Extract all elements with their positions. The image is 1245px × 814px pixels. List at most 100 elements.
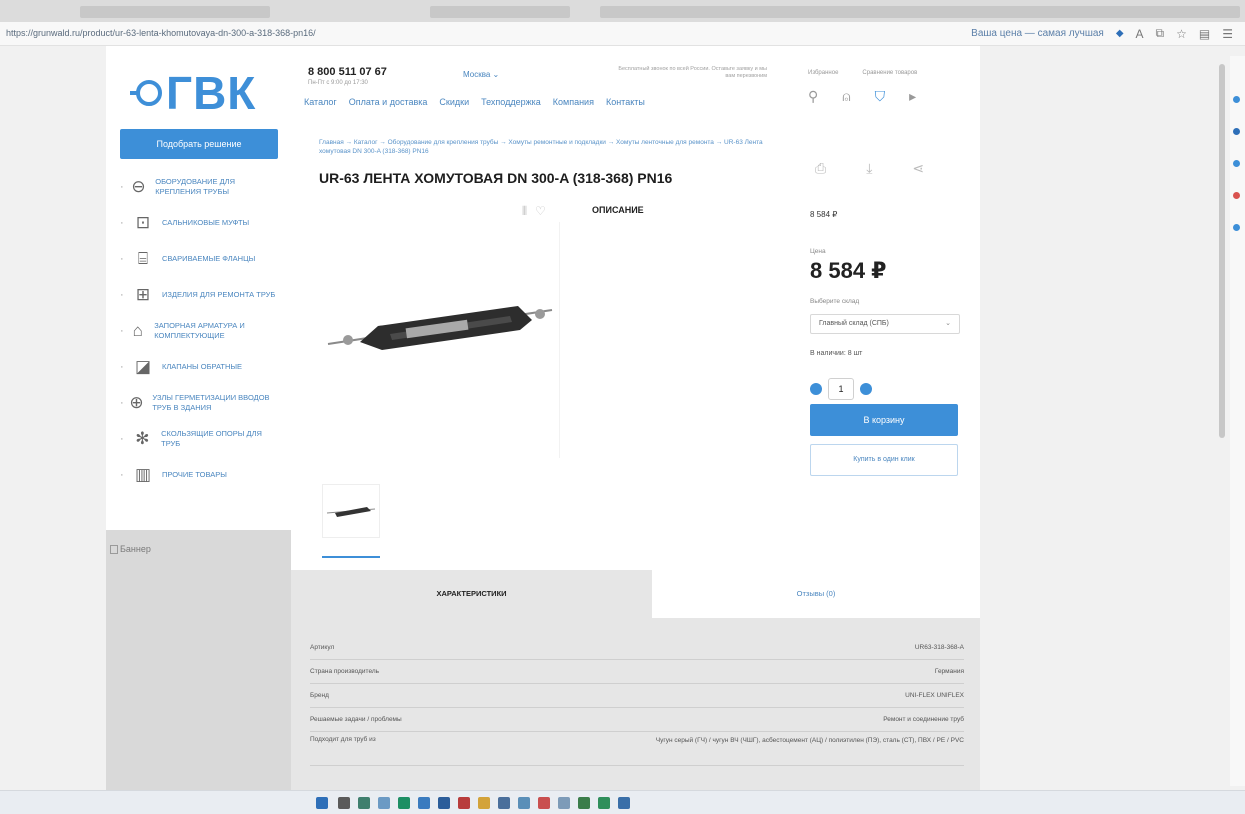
bullet-icon: · [120,217,124,229]
warehouse-select[interactable]: Главный склад (СПБ) ⌄ [810,314,960,334]
url-text[interactable]: https://grunwald.ru/product/ur-63-lenta-… [6,28,316,38]
nav-item-support[interactable]: Техподдержка [481,97,541,107]
promo-text[interactable]: Ваша цена — самая лучшая [971,28,1104,39]
download-icon[interactable]: ⤓ [866,160,872,177]
category-label[interactable]: Сальниковые муфты [162,218,249,228]
search-icon[interactable]: ⚲ [808,88,818,105]
category-label[interactable]: Узлы герметизации вводов труб в здания [152,393,280,413]
sidebar-app-icon[interactable] [1233,96,1240,103]
spec-row: Страна производитель Германия [310,660,964,684]
product-image[interactable] [320,222,560,458]
spec-name: Подходит для труб из [310,736,376,743]
print-icon[interactable]: ⎙ [815,160,826,177]
quantity-stepper [810,378,872,400]
scrollbar-thumb[interactable] [1219,64,1225,438]
toolbar-icons: ⚲ ⍝ ⛉ ▸ [808,88,916,105]
excel-icon[interactable] [598,797,610,809]
start-icon[interactable] [316,797,328,809]
logo-text: ГВК [166,67,257,119]
sidebar-app-icon[interactable] [1233,224,1240,231]
browser-tab[interactable] [80,6,270,18]
category-label[interactable]: Скользящие опоры для труб [161,429,280,449]
store-icon[interactable] [418,797,430,809]
decrease-button[interactable] [810,383,822,395]
tab-icon[interactable]: ⧉ [1156,26,1165,41]
nav-item-discounts[interactable]: Скидки [439,97,469,107]
quantity-field[interactable] [828,378,854,400]
heart-icon[interactable]: ♡ [535,204,546,219]
product-thumbnail[interactable] [322,484,380,538]
address-bar[interactable]: https://grunwald.ru/product/ur-63-lenta-… [0,22,1245,46]
app-icon[interactable] [558,797,570,809]
sidebar-app-icon[interactable] [1233,128,1240,135]
seal-icon: ⊕ [129,393,144,412]
browser-tab-active[interactable] [600,6,1240,18]
category-item[interactable]: · ⊞ Изделия для ремонта труб [120,280,280,310]
search-icon[interactable] [338,797,350,809]
pin-icon[interactable]: ◆ [1116,28,1124,39]
share-icon[interactable]: ⋖ [912,160,924,177]
app-icon[interactable] [538,797,550,809]
compare-icon[interactable]: ⫴ [522,204,527,219]
nav-item-catalog[interactable]: Каталог [304,97,337,107]
profile-icon[interactable]: ☰ [1222,27,1233,41]
user-toolbar: Избранное Сравнение товаров ⚲ ⍝ ⛉ ▸ [794,58,976,128]
favorites-icon[interactable]: ☆ [1176,27,1187,41]
nav-item-delivery[interactable]: Оплата и доставка [349,97,428,107]
sidebar-app-icon[interactable] [1233,192,1240,199]
app-icon[interactable] [458,797,470,809]
app-icon[interactable] [578,797,590,809]
increase-button[interactable] [860,383,872,395]
tab-characteristics[interactable]: ХАРАКТЕРИСТИКИ [291,570,652,618]
phone-number[interactable]: 8 800 511 07 67 [308,66,387,78]
app-icon[interactable] [618,797,630,809]
category-item[interactable]: · ⊕ Узлы герметизации вводов труб в здан… [120,388,280,418]
tab-description[interactable]: ОПИСАНИЕ [592,205,644,215]
read-icon[interactable]: A [1136,27,1144,41]
taskview-icon[interactable] [358,797,370,809]
category-label[interactable]: Клапаны обратные [162,362,242,372]
category-item[interactable]: · ⊡ Сальниковые муфты [120,208,280,238]
nav-item-contacts[interactable]: Контакты [606,97,645,107]
nav-item-company[interactable]: Компания [553,97,594,107]
play-icon[interactable]: ▸ [909,88,916,105]
category-item[interactable]: · ▥ Прочие товары [120,460,280,490]
browser-tab[interactable] [430,6,570,18]
category-item[interactable]: · ✻ Скользящие опоры для труб [120,424,280,454]
city-selector[interactable]: Москва ⌄ [463,70,499,79]
buy-one-click-button[interactable]: Купить в один клик [810,444,958,476]
edge-icon[interactable] [398,797,410,809]
category-label[interactable]: Прочие товары [162,470,227,480]
category-item[interactable]: · ◪ Клапаны обратные [120,352,280,382]
category-label[interactable]: Запорная арматура и комплектующие [154,321,280,341]
favorites-label[interactable]: Избранное [808,70,838,76]
tab-reviews[interactable]: Отзывы (0) [652,570,980,618]
add-to-cart-button[interactable]: В корзину [810,404,958,436]
compare-label[interactable]: Сравнение товаров [862,70,917,76]
spec-name: Бренд [310,692,329,699]
collections-icon[interactable]: ▤ [1199,27,1210,41]
bullet-icon: · [120,325,124,337]
app-icon[interactable] [498,797,510,809]
category-label[interactable]: Оборудование для крепления трубы [155,177,280,197]
spec-value: UNI-FLEX UNIFLEX [905,692,964,699]
frame-icon: ⊡ [135,213,151,232]
cart-icon[interactable]: ⛉ [875,88,886,105]
pick-solution-button[interactable]: Подобрать решение [120,129,278,159]
mail-icon[interactable] [438,797,450,809]
misc-icon: ▥ [134,465,152,484]
app-icon[interactable] [518,797,530,809]
category-item[interactable]: · ⌂ Запорная арматура и комплектующие [120,316,280,346]
warehouse-value: Главный склад (СПБ) [819,320,889,327]
ad-banner[interactable]: Баннер [110,541,210,557]
explorer-icon[interactable] [478,797,490,809]
category-label[interactable]: Свариваемые фланцы [162,254,255,264]
sidebar-app-icon[interactable] [1233,160,1240,167]
user-icon[interactable]: ⍝ [842,88,850,105]
site-logo[interactable]: ГВК [130,66,257,120]
breadcrumb[interactable]: Главная → Каталог → Оборудование для кре… [319,138,784,156]
category-label[interactable]: Изделия для ремонта труб [162,290,275,300]
category-item[interactable]: · ⊖ Оборудование для крепления трубы [120,172,280,202]
category-item[interactable]: · ⌸ Свариваемые фланцы [120,244,280,274]
chat-icon[interactable] [378,797,390,809]
